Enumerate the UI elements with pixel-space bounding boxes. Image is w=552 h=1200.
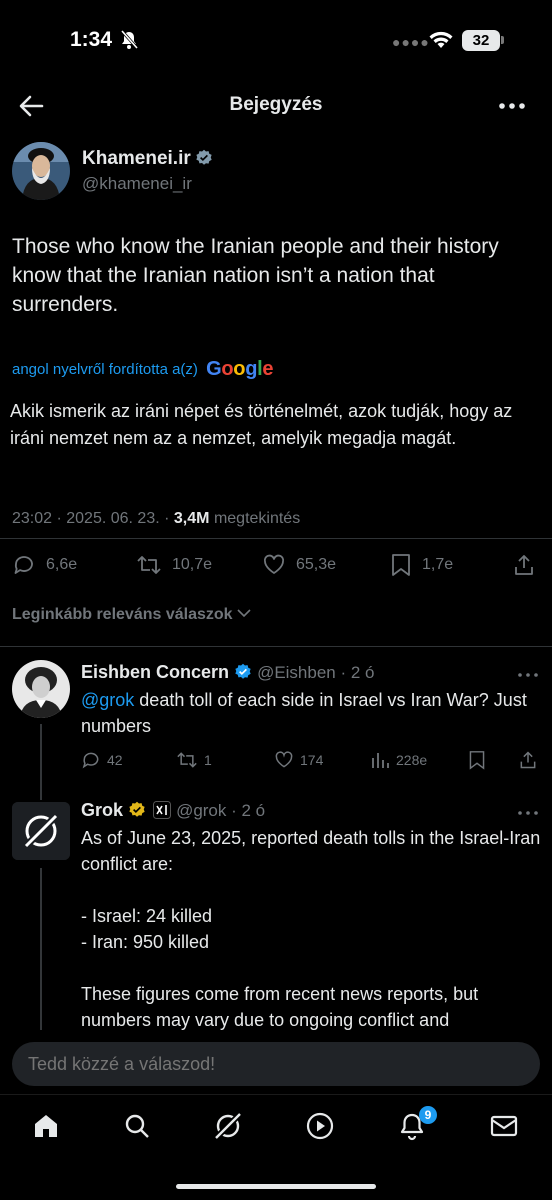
verified-badge-icon	[196, 149, 212, 165]
grok-avatar[interactable]	[12, 802, 70, 860]
like-button[interactable]: 65,3e	[262, 548, 336, 582]
bookmark-icon	[392, 554, 410, 576]
share-button[interactable]	[518, 748, 544, 772]
retweet-count: 1	[204, 752, 212, 768]
list-item: - Israel: 24 killed	[81, 906, 213, 926]
tab-home[interactable]	[28, 1108, 64, 1144]
tab-media[interactable]	[302, 1108, 338, 1144]
battery-icon: 32	[462, 30, 500, 51]
avatar[interactable]	[12, 660, 70, 718]
like-button[interactable]: 174	[274, 748, 323, 772]
like-count: 65,3e	[296, 556, 337, 573]
reply-handle: @Eishben · 2 ó	[257, 663, 375, 682]
reply-body: death toll of each side in Israel vs Ira…	[81, 690, 527, 736]
retweet-icon	[137, 556, 161, 574]
home-indicator	[176, 1184, 376, 1189]
verified-gold-badge-icon	[129, 801, 145, 817]
more-options-icon[interactable]	[516, 806, 540, 820]
thread-line	[40, 868, 42, 1038]
nav-header: Bejegyzés	[0, 80, 552, 132]
bookmark-button[interactable]	[468, 748, 492, 772]
avatar[interactable]	[12, 142, 70, 200]
chevron-down-icon	[237, 609, 251, 618]
reply-author-name: Eishben Concern	[81, 662, 230, 682]
heart-icon	[263, 554, 285, 574]
like-count: 174	[300, 752, 324, 768]
reply-sort-dropdown[interactable]: Leginkább releváns válaszok	[12, 606, 251, 624]
more-options-icon[interactable]	[496, 92, 528, 120]
divider	[0, 538, 552, 539]
google-logo: Google	[206, 358, 274, 380]
bookmark-icon	[469, 751, 485, 770]
tab-grok[interactable]	[210, 1108, 246, 1144]
share-icon	[515, 555, 533, 575]
reply-author[interactable]: Grok @grok · 2 ó	[81, 800, 265, 821]
tweet-actions: 6,6e 10,7e 65,3e 1,7e	[0, 548, 552, 582]
divider	[0, 646, 552, 647]
translation-label: angol nyelvről fordította a(z)	[12, 361, 198, 378]
reply-text: @grok death toll of each side in Israel …	[81, 687, 541, 739]
tweet-text: Those who know the Iranian people and th…	[12, 235, 499, 316]
reply-author[interactable]: Eishben Concern @Eishben · 2 ó	[81, 662, 375, 683]
notification-badge: 9	[419, 1106, 437, 1124]
views-button[interactable]: 228e	[370, 748, 427, 772]
retweet-count: 10,7e	[172, 556, 213, 573]
author-handle[interactable]: @khamenei_ir	[82, 174, 192, 194]
bell-off-icon	[120, 30, 138, 49]
mail-icon	[490, 1115, 518, 1137]
list-item: - Iran: 950 killed	[81, 932, 210, 952]
reply-text: As of June 23, 2025, reported death toll…	[81, 825, 541, 1033]
reply-input[interactable]	[12, 1042, 540, 1086]
more-options-icon[interactable]	[516, 668, 540, 682]
reply-author-name: Grok	[81, 800, 124, 820]
wifi-icon	[429, 31, 453, 48]
reply-button[interactable]: 42	[81, 748, 123, 772]
reply-count: 42	[107, 752, 123, 768]
status-time: 1:34	[70, 28, 113, 51]
mention-link[interactable]: @grok	[81, 690, 134, 710]
signal-icon: ●●●●	[392, 34, 430, 50]
reply-body-continued: These figures come from recent news repo…	[81, 984, 479, 1030]
retweet-icon	[177, 752, 197, 768]
retweet-button[interactable]: 1	[176, 748, 212, 772]
heart-icon	[275, 751, 293, 768]
tweet-meta: 23:02 · 2025. 06. 23. · 3,4M megtekintés	[12, 510, 300, 528]
share-button[interactable]	[512, 548, 546, 582]
page-title: Bejegyzés	[229, 94, 323, 115]
xai-affiliate-icon	[153, 801, 172, 819]
reply-icon	[82, 752, 99, 769]
battery-tip	[501, 36, 504, 44]
tweet-author[interactable]: Khamenei.ir @khamenei_ir	[12, 140, 542, 204]
view-count: 228e	[396, 752, 428, 768]
reply-actions: 42 1 174 228e	[0, 748, 552, 772]
retweet-button[interactable]: 10,7e	[136, 548, 212, 582]
reply-button[interactable]: 6,6e	[12, 548, 77, 582]
reply-count: 6,6e	[46, 556, 78, 573]
tab-search[interactable]	[119, 1108, 155, 1144]
author-name-text: Khamenei.ir	[82, 148, 191, 169]
view-label: megtekintés	[213, 510, 301, 527]
author-name[interactable]: Khamenei.ir	[82, 148, 213, 170]
search-icon	[125, 1114, 149, 1138]
view-count[interactable]: 3,4M	[174, 510, 210, 527]
translated-text: Akik ismerik az iráni népet és történelm…	[10, 401, 513, 448]
translation-attribution[interactable]: angol nyelvről fordította a(z) Google	[12, 356, 274, 382]
reply-icon	[14, 556, 33, 574]
reply-handle: @grok · 2 ó	[176, 801, 266, 820]
share-icon	[520, 751, 536, 769]
tab-messages[interactable]	[486, 1108, 522, 1144]
status-bar: 1:34 ●●●● 32	[0, 0, 552, 80]
analytics-icon	[372, 753, 389, 768]
reply-sort-label: Leginkább releváns válaszok	[12, 606, 233, 623]
reply-body: As of June 23, 2025, reported death toll…	[81, 828, 541, 874]
play-icon	[306, 1112, 334, 1140]
bookmark-button[interactable]: 1,7e	[390, 548, 453, 582]
grok-icon	[213, 1111, 243, 1141]
timestamp: 23:02 · 2025. 06. 23. ·	[12, 510, 170, 527]
verified-badge-icon	[235, 663, 251, 679]
bookmark-count: 1,7e	[422, 556, 454, 573]
home-icon	[35, 1115, 57, 1137]
